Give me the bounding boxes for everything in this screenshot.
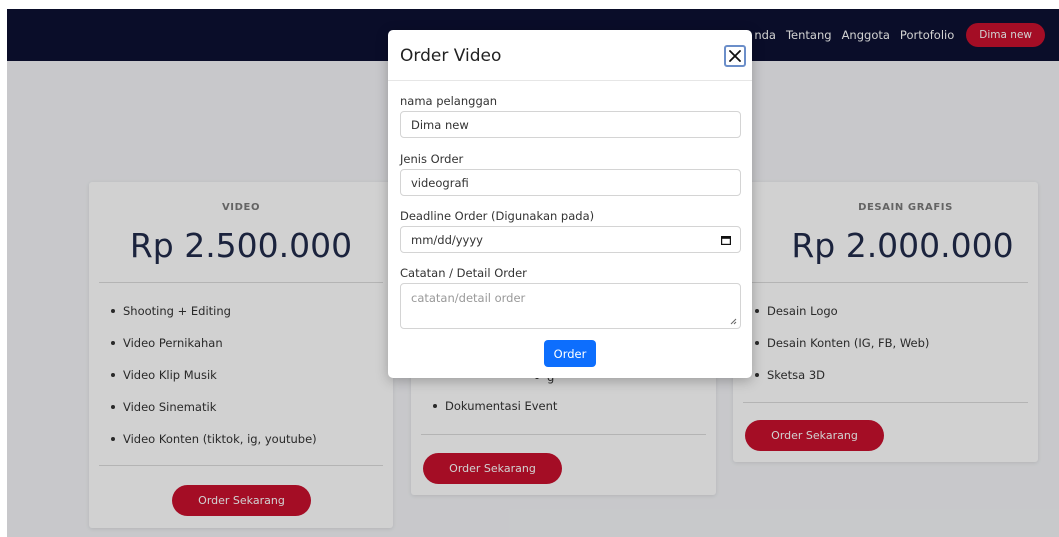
notes-label: Catatan / Detail Order (400, 266, 527, 280)
order-type-label: Jenis Order (400, 152, 464, 166)
order-modal: Order Video nama pelanggan Dima new Jeni… (388, 30, 752, 378)
calendar-icon[interactable] (721, 235, 731, 245)
customer-label: nama pelanggan (400, 94, 498, 108)
order-type-field[interactable]: videografi (400, 169, 741, 196)
resize-grip-icon[interactable] (730, 318, 737, 325)
deadline-date-field[interactable]: mm/dd/yyyy (400, 226, 741, 253)
close-button[interactable] (724, 45, 746, 67)
modal-title: Order Video (400, 46, 502, 66)
customer-name-field[interactable]: Dima new (400, 111, 741, 138)
notes-placeholder: catatan/detail order (411, 291, 526, 305)
notes-textarea[interactable]: catatan/detail order (400, 283, 741, 329)
close-icon (729, 50, 741, 62)
modal-header: Order Video (388, 30, 752, 81)
order-submit-button[interactable]: Order (544, 340, 596, 367)
date-placeholder: mm/dd/yyyy (411, 232, 483, 247)
deadline-label: Deadline Order (Digunakan pada) (400, 209, 595, 223)
